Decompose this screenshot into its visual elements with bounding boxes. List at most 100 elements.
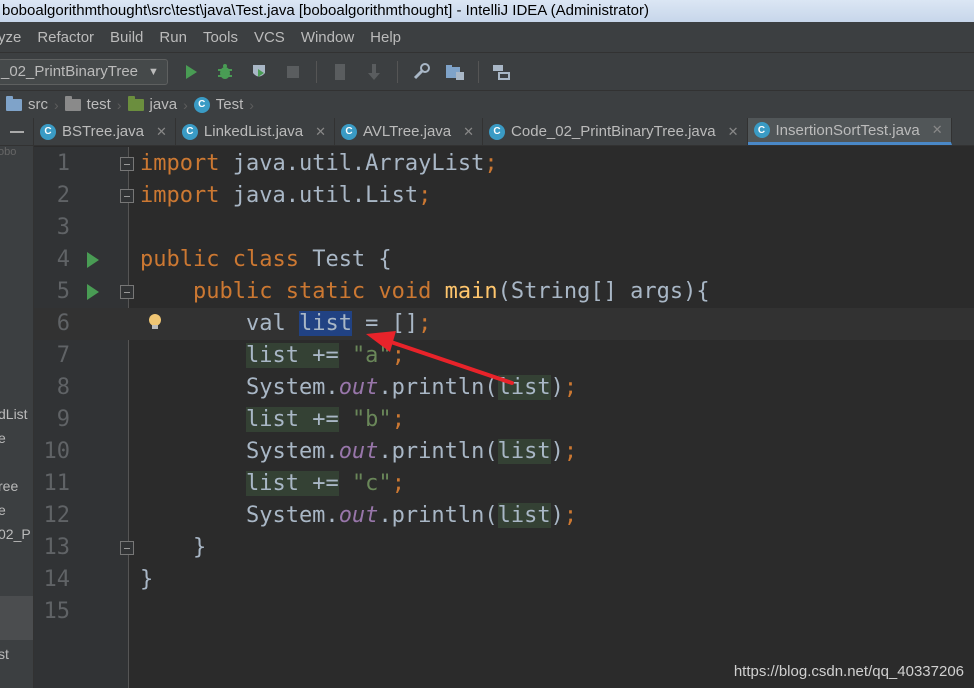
settings-wrench-icon[interactable] bbox=[410, 61, 432, 83]
close-icon[interactable]: ✕ bbox=[932, 122, 943, 138]
tab-bstree[interactable]: C BSTree.java ✕ bbox=[34, 118, 176, 145]
line-number: 14 bbox=[43, 567, 71, 592]
stop-icon[interactable] bbox=[282, 61, 304, 83]
code-line: 2 import java.util.List; bbox=[34, 180, 974, 212]
menu-vcs[interactable]: VCS bbox=[246, 29, 293, 46]
close-icon[interactable]: ✕ bbox=[728, 124, 739, 140]
line-number: 5 bbox=[56, 279, 70, 304]
tree-item[interactable]: st bbox=[0, 646, 9, 662]
code-line: 4 public class Test { bbox=[34, 244, 974, 276]
menu-window[interactable]: Window bbox=[293, 29, 362, 46]
code-line: 15 bbox=[34, 596, 974, 628]
folder-icon bbox=[64, 95, 81, 111]
toolbar-divider bbox=[477, 60, 479, 83]
code-line: 13 } bbox=[34, 532, 974, 564]
code-line: 12 System.out.println(list); bbox=[34, 500, 974, 532]
line-number: 6 bbox=[56, 311, 70, 336]
fold-icon[interactable] bbox=[120, 285, 134, 299]
code-line: 11 list += "c"; bbox=[34, 468, 974, 500]
code-text: list += "c"; bbox=[245, 471, 405, 496]
chevron-down-icon: ▼ bbox=[148, 65, 159, 78]
code-text: import java.util.ArrayList; bbox=[140, 151, 498, 176]
editor-tabs: C BSTree.java ✕ C LinkedList.java ✕ C AV… bbox=[34, 118, 974, 146]
project-panel-header bbox=[0, 118, 33, 146]
code-text: System.out.println(list); bbox=[140, 439, 578, 464]
code-line: 1 import java.util.ArrayList; bbox=[34, 148, 974, 180]
run-configuration-select[interactable]: _02_PrintBinaryTree ▼ bbox=[0, 58, 168, 85]
line-number: 15 bbox=[43, 599, 71, 624]
project-tool-window: obo dList e ree e 02_P st bbox=[0, 118, 34, 688]
tab-code-02-printbinarytree[interactable]: C Code_02_PrintBinaryTree.java ✕ bbox=[483, 118, 748, 145]
structure-icon[interactable] bbox=[491, 61, 513, 83]
minimize-icon[interactable] bbox=[10, 131, 24, 133]
code-text: public static void main(String[] args){ bbox=[192, 279, 710, 304]
main-toolbar: _02_PrintBinaryTree ▼ bbox=[0, 52, 974, 90]
breadcrumb-item-src[interactable]: src bbox=[0, 95, 54, 113]
window-title: boboalgorithmthought\src\test\java\Test.… bbox=[2, 2, 649, 19]
fold-icon[interactable] bbox=[120, 541, 134, 555]
tab-linkedlist[interactable]: C LinkedList.java ✕ bbox=[176, 118, 336, 145]
java-class-icon: C bbox=[193, 96, 210, 113]
code-line: 10 System.out.println(list); bbox=[34, 436, 974, 468]
tree-item[interactable]: dList bbox=[0, 406, 28, 422]
code-text: val list = []; bbox=[140, 311, 432, 336]
menu-tools[interactable]: Tools bbox=[195, 29, 246, 46]
line-number: 12 bbox=[43, 503, 71, 528]
menu-bar: yze Refactor Build Run Tools VCS Window … bbox=[0, 22, 974, 52]
debug-icon[interactable] bbox=[214, 61, 236, 83]
watermark: https://blog.csdn.net/qq_40337206 bbox=[733, 663, 964, 680]
line-number: 3 bbox=[56, 215, 70, 240]
breadcrumb-item-java[interactable]: java bbox=[122, 95, 184, 113]
close-icon[interactable]: ✕ bbox=[463, 124, 474, 140]
breadcrumb-item-test-class[interactable]: C Test bbox=[188, 96, 250, 113]
menu-analyze[interactable]: yze bbox=[0, 29, 29, 46]
line-number: 8 bbox=[56, 375, 70, 400]
tree-item[interactable]: e bbox=[0, 430, 6, 446]
rebuild-icon[interactable] bbox=[363, 61, 385, 83]
tree-item[interactable]: obo bbox=[0, 146, 16, 158]
breadcrumb-item-test[interactable]: test bbox=[59, 95, 117, 113]
tab-insertionsorttest[interactable]: C InsertionSortTest.java ✕ bbox=[747, 118, 952, 145]
menu-run[interactable]: Run bbox=[151, 29, 195, 46]
tab-avltree[interactable]: C AVLTree.java ✕ bbox=[335, 118, 484, 145]
menu-help[interactable]: Help bbox=[362, 29, 409, 46]
line-number: 9 bbox=[56, 407, 70, 432]
tree-item[interactable]: e bbox=[0, 502, 6, 518]
folder-icon bbox=[6, 95, 22, 111]
line-number: 13 bbox=[43, 535, 71, 560]
menu-refactor[interactable]: Refactor bbox=[29, 29, 102, 46]
code-text: } bbox=[140, 535, 207, 560]
code-editor[interactable]: 1 import java.util.ArrayList; 2 import j… bbox=[34, 147, 974, 688]
tree-item[interactable]: 02_P bbox=[0, 526, 31, 542]
line-number: 2 bbox=[56, 183, 70, 208]
run-icon[interactable] bbox=[180, 61, 202, 83]
menu-build[interactable]: Build bbox=[102, 29, 151, 46]
code-line: 7 list += "a"; bbox=[34, 340, 974, 372]
chevron-right-icon: › bbox=[249, 96, 254, 113]
close-icon[interactable]: ✕ bbox=[315, 124, 326, 140]
tree-item[interactable]: ree bbox=[0, 478, 18, 494]
code-line: 3 bbox=[34, 212, 974, 244]
line-number: 7 bbox=[56, 343, 70, 368]
breadcrumb: src › test › java › C Test › bbox=[0, 90, 974, 118]
coverage-icon[interactable] bbox=[248, 61, 270, 83]
fold-icon[interactable] bbox=[120, 157, 134, 171]
project-structure-icon[interactable] bbox=[444, 61, 466, 83]
code-text: System.out.println(list); bbox=[140, 503, 578, 528]
fold-icon[interactable] bbox=[120, 189, 134, 203]
code-line: 14 } bbox=[34, 564, 974, 596]
java-class-icon: C bbox=[341, 123, 358, 140]
run-class-icon[interactable] bbox=[87, 252, 99, 268]
build-icon[interactable] bbox=[329, 61, 351, 83]
code-line: 9 list += "b"; bbox=[34, 404, 974, 436]
code-text: import java.util.List; bbox=[140, 183, 432, 208]
code-line-current: 6 val list = []; bbox=[34, 308, 974, 340]
folder-icon bbox=[127, 95, 144, 111]
line-number: 4 bbox=[56, 247, 70, 272]
toolbar-divider bbox=[396, 60, 398, 83]
run-method-icon[interactable] bbox=[87, 284, 99, 300]
window-title-bar: boboalgorithmthought\src\test\java\Test.… bbox=[0, 0, 974, 22]
java-class-icon: C bbox=[40, 123, 56, 140]
line-number: 11 bbox=[43, 471, 71, 496]
close-icon[interactable]: ✕ bbox=[156, 124, 167, 140]
